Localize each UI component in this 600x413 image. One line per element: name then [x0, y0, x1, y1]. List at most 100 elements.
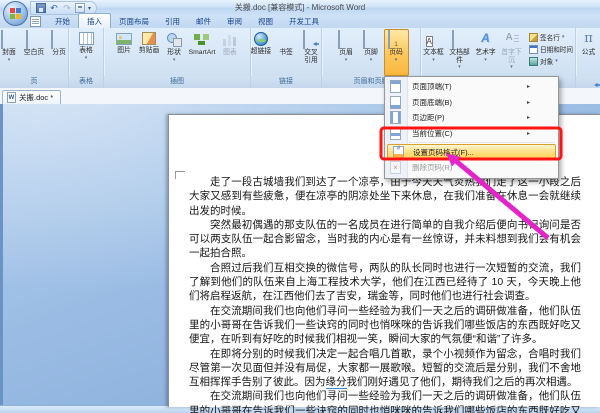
- dropdown-caret-icon: ▾: [484, 56, 487, 63]
- menu-item-current-position[interactable]: 当前位置(C) ▸: [385, 126, 558, 142]
- shapes-icon: [166, 31, 183, 47]
- chart-icon: [221, 31, 238, 47]
- wordart-button[interactable]: A 艺术字 ▾: [473, 29, 498, 76]
- office-logo-icon: [10, 8, 21, 19]
- picture-button[interactable]: 图片: [112, 29, 137, 76]
- tab-references[interactable]: 引用: [157, 14, 188, 28]
- current-position-icon: [390, 126, 401, 140]
- menu-separator: [409, 142, 555, 143]
- document-tab[interactable]: W 关搬.doc *: [2, 90, 62, 104]
- footer-button[interactable]: 页脚 ▾: [359, 29, 384, 76]
- signature-line-button[interactable]: 签名行 ▾: [529, 32, 573, 42]
- dropdown-caret-icon: ▾: [561, 34, 565, 40]
- footer-icon: [363, 30, 379, 49]
- smartart-icon: [194, 31, 210, 47]
- redo-icon: ↷: [63, 3, 71, 13]
- blank-page-icon: [26, 30, 42, 49]
- cover-page-button[interactable]: 封面 ▾: [0, 29, 22, 76]
- group-symbols: π 公式: [576, 28, 600, 88]
- paragraph: 走了一段古城墙我们到达了一个凉亭，由于今天天气炎热我们走了这一小段之后大家又感到…: [189, 176, 581, 217]
- top-of-page-icon: [390, 80, 401, 94]
- paragraph: 在交流期间我们也向他们寻问一些经验为我们一天之后的调研做准备，他们队伍里的小哥哥…: [189, 390, 581, 413]
- tab-home[interactable]: 开始: [47, 14, 78, 28]
- tab-view[interactable]: 视图: [250, 14, 281, 28]
- page-margins-icon: [390, 111, 401, 125]
- header-button[interactable]: 页眉 ▾: [334, 29, 359, 76]
- tab-review[interactable]: 审阅: [219, 14, 250, 28]
- dropdown-caret-icon: ▾: [432, 56, 435, 63]
- dropdown-caret-icon: ▾: [394, 56, 398, 63]
- chart-button: 图表: [217, 29, 242, 76]
- menu-item-top-of-page[interactable]: 页面顶端(T) ▸: [385, 79, 558, 95]
- bookmark-icon: [278, 31, 294, 47]
- menu-item-bottom-of-page[interactable]: 页面底端(B) ▸: [385, 95, 558, 111]
- date-time-button[interactable]: 日期和时间: [529, 44, 573, 54]
- submenu-arrow-icon: ▸: [526, 99, 530, 106]
- cross-reference-icon: [303, 30, 319, 49]
- paragraph: 在即将分别的时候我们决定一起合唱几首歌，录个小视频作为留念，合唱时我们尽管第一次…: [189, 347, 581, 390]
- hyperlink-button[interactable]: 超链接: [249, 29, 274, 76]
- dropdown-caret-icon: ▾: [84, 54, 88, 61]
- office-button[interactable]: [3, 1, 28, 26]
- dropdown-caret-icon: ▾: [369, 56, 373, 63]
- submenu-arrow-icon: ▸: [526, 130, 530, 137]
- bookmark-button[interactable]: 书签: [274, 29, 299, 76]
- menu-item-page-margins[interactable]: 页边距(P) ▸: [385, 110, 558, 126]
- format-page-numbers-icon: [393, 145, 404, 159]
- document-text[interactable]: 走了一段古城墙我们到达了一个凉亭，由于今天天气炎热我们走了这一小段之后大家又感到…: [189, 175, 581, 413]
- margin-mark-left: [175, 171, 185, 179]
- equation-button[interactable]: π 公式: [576, 29, 600, 76]
- flagged-word: 缘分: [325, 376, 347, 390]
- header-icon: [338, 30, 354, 49]
- table-icon: [78, 32, 94, 45]
- page-number-menu: 页面顶端(T) ▸ 页面底端(B) ▸ 页边距(P) ▸ 当前位置(C) ▸ 设…: [384, 76, 559, 179]
- bottom-of-page-icon: [390, 95, 401, 109]
- shapes-button[interactable]: 形状 ▾: [162, 29, 187, 76]
- tab-mailings[interactable]: 邮件: [188, 14, 219, 28]
- dropdown-caret-icon: ▾: [510, 64, 513, 70]
- submenu-arrow-icon: ▸: [526, 84, 530, 91]
- group-label-illustrations: 插图: [104, 76, 250, 88]
- object-icon: [529, 56, 539, 66]
- blank-page-button[interactable]: 空白页: [22, 29, 47, 76]
- tab-insert[interactable]: 插入: [78, 13, 111, 28]
- text-box-button[interactable]: A 文本框 ▾: [421, 29, 446, 76]
- print-preview-icon[interactable]: [75, 3, 85, 13]
- menu-item-format-page-numbers[interactable]: 设置页码格式(F)...: [387, 144, 556, 160]
- cover-page-icon: [1, 30, 17, 49]
- group-links: 超链接 书签 交叉 引用 链接: [251, 28, 322, 88]
- remove-page-numbers-icon: [390, 161, 401, 175]
- document-icon: [30, 16, 41, 27]
- page-number-icon: [388, 30, 404, 49]
- cross-reference-button[interactable]: 交叉 引用: [299, 29, 324, 76]
- tab-page-layout[interactable]: 页面布局: [111, 14, 157, 28]
- page-number-button[interactable]: 页码 ▾: [383, 29, 409, 76]
- hyperlink-icon: [254, 32, 268, 46]
- tab-developer[interactable]: 开发工具: [281, 14, 327, 28]
- menu-item-remove-page-numbers: 删除页码(R): [385, 160, 558, 176]
- qat-customize-caret-icon[interactable]: ▾: [88, 5, 91, 12]
- drop-cap-button: A 首字下沉 ▾: [501, 32, 522, 70]
- page-break-button[interactable]: 分页: [47, 29, 72, 76]
- word-window: 关搬.doc [兼容模式] - Microsoft Word ↶ ↷ ▾ 开始 …: [0, 0, 600, 413]
- date-time-icon: [529, 44, 539, 54]
- paragraph: 突然最初偶遇的那支队伍的一名成员在进行简单的自我介绍后便向书记询问是否可以两支队…: [189, 218, 581, 260]
- undo-icon[interactable]: ↶: [49, 3, 59, 13]
- group-label-tables: 表格: [69, 76, 103, 88]
- dropdown-caret-icon: ▾: [555, 58, 558, 64]
- save-icon[interactable]: [36, 3, 46, 13]
- quick-parts-button[interactable]: 文档部件 ▾: [446, 29, 473, 76]
- table-button[interactable]: 表格 ▾: [74, 29, 99, 76]
- group-tables: 表格 ▾ 表格: [69, 28, 104, 88]
- text-box-icon: A: [425, 36, 433, 47]
- pi-icon: π: [584, 31, 593, 46]
- group-illustrations: 图片 剪贴画 形状 ▾ SmartArt 图表 插图: [104, 28, 251, 88]
- paragraph: 在交流期间我们也向他们寻问一些经验为我们一天之后的调研做准备，他们队伍里的小哥哥…: [189, 304, 581, 346]
- dropdown-caret-icon: ▾: [7, 56, 11, 63]
- picture-icon: [116, 33, 133, 45]
- object-button[interactable]: 对象 ▾: [529, 56, 573, 66]
- group-pages: 封面 ▾ 空白页 分页 页: [0, 28, 69, 88]
- smartart-button[interactable]: SmartArt: [187, 29, 218, 76]
- group-label-links: 链接: [251, 76, 321, 88]
- clipart-button[interactable]: 剪贴画: [137, 29, 162, 76]
